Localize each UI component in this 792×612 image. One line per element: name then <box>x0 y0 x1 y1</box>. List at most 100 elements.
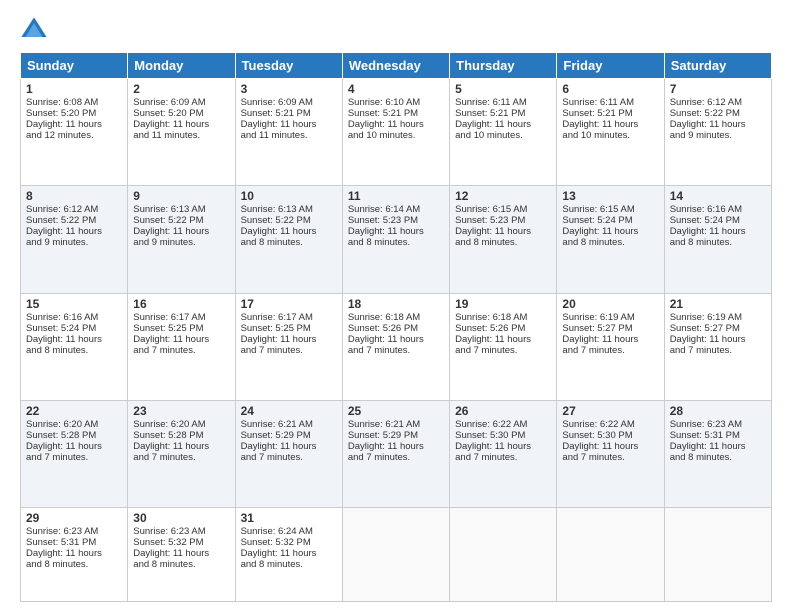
day-number: 30 <box>133 511 229 525</box>
calendar-cell: 10Sunrise: 6:13 AMSunset: 5:22 PMDayligh… <box>235 186 342 293</box>
day-number: 18 <box>348 297 444 311</box>
day-info-line: and 8 minutes. <box>455 237 551 248</box>
day-number: 29 <box>26 511 122 525</box>
calendar-cell <box>342 508 449 602</box>
day-info-line: Sunrise: 6:11 AM <box>455 97 551 108</box>
day-info-line: Daylight: 11 hours <box>133 334 229 345</box>
day-number: 11 <box>348 189 444 203</box>
day-number: 26 <box>455 404 551 418</box>
day-info-line: Sunrise: 6:21 AM <box>241 419 337 430</box>
day-info-line: and 10 minutes. <box>562 130 658 141</box>
day-info-line: and 7 minutes. <box>455 452 551 463</box>
day-info-line: and 7 minutes. <box>133 345 229 356</box>
day-info-line: Sunset: 5:32 PM <box>241 537 337 548</box>
day-info-line: Sunset: 5:27 PM <box>562 323 658 334</box>
calendar-cell: 25Sunrise: 6:21 AMSunset: 5:29 PMDayligh… <box>342 400 449 507</box>
day-number: 19 <box>455 297 551 311</box>
day-info-line: and 9 minutes. <box>670 130 766 141</box>
day-header-wednesday: Wednesday <box>342 53 449 79</box>
day-info-line: Sunrise: 6:21 AM <box>348 419 444 430</box>
day-info-line: Sunrise: 6:14 AM <box>348 204 444 215</box>
day-info-line: and 8 minutes. <box>670 237 766 248</box>
day-info-line: Daylight: 11 hours <box>26 226 122 237</box>
day-info-line: Sunset: 5:20 PM <box>133 108 229 119</box>
day-number: 5 <box>455 82 551 96</box>
day-header-thursday: Thursday <box>450 53 557 79</box>
day-info-line: Sunset: 5:22 PM <box>241 215 337 226</box>
day-info-line: Daylight: 11 hours <box>348 226 444 237</box>
day-info-line: Sunset: 5:32 PM <box>133 537 229 548</box>
day-info-line: Daylight: 11 hours <box>455 334 551 345</box>
day-info-line: and 8 minutes. <box>562 237 658 248</box>
day-info-line: Sunrise: 6:23 AM <box>26 526 122 537</box>
calendar-cell: 16Sunrise: 6:17 AMSunset: 5:25 PMDayligh… <box>128 293 235 400</box>
day-info-line: and 7 minutes. <box>26 452 122 463</box>
day-number: 31 <box>241 511 337 525</box>
day-info-line: Sunset: 5:26 PM <box>348 323 444 334</box>
day-number: 28 <box>670 404 766 418</box>
day-info-line: and 7 minutes. <box>348 345 444 356</box>
day-header-monday: Monday <box>128 53 235 79</box>
day-number: 24 <box>241 404 337 418</box>
day-info-line: Daylight: 11 hours <box>133 226 229 237</box>
calendar-cell: 2Sunrise: 6:09 AMSunset: 5:20 PMDaylight… <box>128 79 235 186</box>
day-info-line: Sunset: 5:24 PM <box>562 215 658 226</box>
day-info-line: Sunset: 5:21 PM <box>455 108 551 119</box>
logo-icon <box>20 16 48 44</box>
calendar-cell: 5Sunrise: 6:11 AMSunset: 5:21 PMDaylight… <box>450 79 557 186</box>
day-info-line: Sunset: 5:21 PM <box>562 108 658 119</box>
day-info-line: Sunrise: 6:11 AM <box>562 97 658 108</box>
day-info-line: Sunrise: 6:09 AM <box>133 97 229 108</box>
day-info-line: and 7 minutes. <box>670 345 766 356</box>
day-info-line: Sunset: 5:30 PM <box>455 430 551 441</box>
day-info-line: and 10 minutes. <box>455 130 551 141</box>
day-info-line: and 7 minutes. <box>455 345 551 356</box>
day-info-line: Sunrise: 6:16 AM <box>670 204 766 215</box>
calendar-cell: 19Sunrise: 6:18 AMSunset: 5:26 PMDayligh… <box>450 293 557 400</box>
day-info-line: Sunset: 5:28 PM <box>26 430 122 441</box>
day-info-line: and 11 minutes. <box>133 130 229 141</box>
day-info-line: and 8 minutes. <box>133 559 229 570</box>
day-number: 16 <box>133 297 229 311</box>
day-number: 14 <box>670 189 766 203</box>
day-info-line: and 7 minutes. <box>241 452 337 463</box>
day-info-line: and 7 minutes. <box>562 345 658 356</box>
day-info-line: Sunset: 5:29 PM <box>241 430 337 441</box>
day-info-line: and 7 minutes. <box>133 452 229 463</box>
calendar-cell: 20Sunrise: 6:19 AMSunset: 5:27 PMDayligh… <box>557 293 664 400</box>
day-info-line: Sunrise: 6:18 AM <box>348 312 444 323</box>
day-info-line: Sunrise: 6:15 AM <box>455 204 551 215</box>
calendar-cell: 17Sunrise: 6:17 AMSunset: 5:25 PMDayligh… <box>235 293 342 400</box>
calendar-cell: 21Sunrise: 6:19 AMSunset: 5:27 PMDayligh… <box>664 293 771 400</box>
day-info-line: Sunset: 5:22 PM <box>133 215 229 226</box>
day-info-line: Sunrise: 6:13 AM <box>133 204 229 215</box>
day-info-line: Daylight: 11 hours <box>241 441 337 452</box>
calendar-cell: 23Sunrise: 6:20 AMSunset: 5:28 PMDayligh… <box>128 400 235 507</box>
day-info-line: Sunrise: 6:20 AM <box>26 419 122 430</box>
day-info-line: and 10 minutes. <box>348 130 444 141</box>
day-info-line: and 9 minutes. <box>26 237 122 248</box>
day-info-line: Sunrise: 6:17 AM <box>133 312 229 323</box>
calendar-cell: 24Sunrise: 6:21 AMSunset: 5:29 PMDayligh… <box>235 400 342 507</box>
day-info-line: and 8 minutes. <box>348 237 444 248</box>
day-number: 15 <box>26 297 122 311</box>
day-info-line: Daylight: 11 hours <box>562 119 658 130</box>
day-info-line: Sunset: 5:31 PM <box>26 537 122 548</box>
day-number: 7 <box>670 82 766 96</box>
day-info-line: Sunset: 5:21 PM <box>241 108 337 119</box>
day-number: 9 <box>133 189 229 203</box>
day-number: 13 <box>562 189 658 203</box>
calendar-cell: 31Sunrise: 6:24 AMSunset: 5:32 PMDayligh… <box>235 508 342 602</box>
day-info-line: and 9 minutes. <box>133 237 229 248</box>
day-info-line: Sunrise: 6:13 AM <box>241 204 337 215</box>
day-number: 21 <box>670 297 766 311</box>
day-info-line: Daylight: 11 hours <box>670 119 766 130</box>
day-number: 8 <box>26 189 122 203</box>
calendar-cell <box>450 508 557 602</box>
day-info-line: Daylight: 11 hours <box>133 548 229 559</box>
day-info-line: Daylight: 11 hours <box>455 441 551 452</box>
calendar-cell: 6Sunrise: 6:11 AMSunset: 5:21 PMDaylight… <box>557 79 664 186</box>
calendar-cell: 9Sunrise: 6:13 AMSunset: 5:22 PMDaylight… <box>128 186 235 293</box>
day-info-line: Daylight: 11 hours <box>241 119 337 130</box>
day-info-line: Daylight: 11 hours <box>26 119 122 130</box>
